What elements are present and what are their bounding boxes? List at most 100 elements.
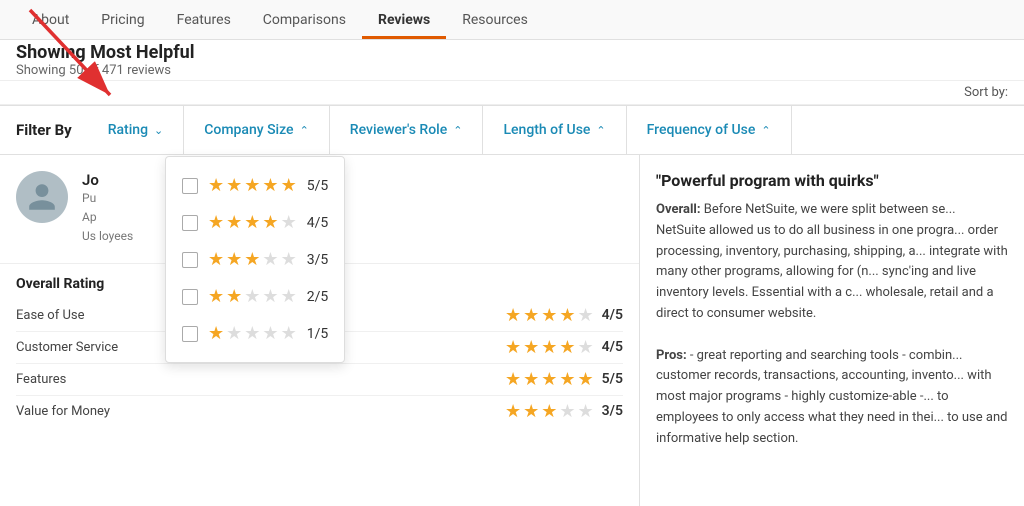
star-icon: ★ xyxy=(262,212,278,233)
star-icon: ★ xyxy=(559,305,575,326)
star-icon: ★ xyxy=(244,323,260,344)
most-helpful-header: Showing Most Helpful xyxy=(16,42,1008,63)
length-of-use-chevron-up-icon: ⌃ xyxy=(596,124,605,137)
company-size-filter-button[interactable]: Company Size ⌃ xyxy=(184,106,330,154)
star-icon: ★ xyxy=(523,401,539,422)
rating-2-option[interactable]: ★ ★ ★ ★ ★ 2/5 xyxy=(182,278,328,315)
star-icon: ★ xyxy=(541,369,557,390)
star-icon: ★ xyxy=(523,337,539,358)
star-icon: ★ xyxy=(578,337,594,358)
filter-label: Filter By xyxy=(0,121,88,139)
ease-of-use-label: Ease of Use xyxy=(16,308,84,323)
star-icon: ★ xyxy=(262,286,278,307)
star-icon: ★ xyxy=(281,323,297,344)
frequency-of-use-filter-button[interactable]: Frequency of Use ⌃ xyxy=(627,106,792,154)
star-icon: ★ xyxy=(578,401,594,422)
rating-1-checkbox[interactable] xyxy=(182,326,198,342)
right-panel: "Powerful program with quirks" Overall: … xyxy=(640,155,1024,506)
overall-section-label: Overall: xyxy=(656,202,701,217)
reviewers-role-filter-label: Reviewer's Role xyxy=(350,122,447,138)
star-icon: ★ xyxy=(262,249,278,270)
rating-5-label: 5/5 xyxy=(307,178,329,194)
rating-row: Features ★ ★ ★ ★ ★ 5/5 xyxy=(16,364,623,396)
reviewer-name: Jo xyxy=(82,171,623,189)
star-icon: ★ xyxy=(523,305,539,326)
rating-filter-button[interactable]: Rating ⌄ xyxy=(88,106,185,154)
star-icon: ★ xyxy=(281,212,297,233)
features-stars: ★ ★ ★ ★ ★ xyxy=(505,369,594,390)
rating-1-option[interactable]: ★ ★ ★ ★ ★ 1/5 xyxy=(182,315,328,352)
rating-2-stars: ★ ★ ★ ★ ★ xyxy=(208,286,297,307)
star-icon: ★ xyxy=(208,249,224,270)
length-of-use-filter-label: Length of Use xyxy=(503,122,590,138)
features-value: 5/5 xyxy=(602,371,623,387)
rating-5-stars: ★ ★ ★ ★ ★ xyxy=(208,175,297,196)
review-title: "Powerful program with quirks" xyxy=(656,171,1008,190)
frequency-of-use-filter-label: Frequency of Use xyxy=(647,122,756,138)
star-icon: ★ xyxy=(226,212,242,233)
reviewer-info: Jo Pu Ap Us loyees xyxy=(82,171,623,247)
showing-count: Showing 50 of 471 reviews xyxy=(16,63,1008,78)
nav-item-pricing[interactable]: Pricing xyxy=(85,2,160,38)
value-for-money-label: Value for Money xyxy=(16,404,110,419)
star-icon: ★ xyxy=(281,175,297,196)
star-icon: ★ xyxy=(578,369,594,390)
rating-2-checkbox[interactable] xyxy=(182,289,198,305)
frequency-of-use-chevron-up-icon: ⌃ xyxy=(761,124,770,137)
star-icon: ★ xyxy=(208,323,224,344)
sort-by-label: Sort by: xyxy=(964,85,1008,100)
nav-bar: AboutPricingFeaturesComparisonsReviewsRe… xyxy=(0,0,1024,40)
rating-4-option[interactable]: ★ ★ ★ ★ ★ 4/5 xyxy=(182,204,328,241)
features-label: Features xyxy=(16,372,66,387)
star-icon: ★ xyxy=(505,305,521,326)
reviewers-role-filter-button[interactable]: Reviewer's Role ⌃ xyxy=(330,106,484,154)
ease-of-use-stars: ★ ★ ★ ★ ★ xyxy=(505,305,594,326)
star-icon: ★ xyxy=(523,369,539,390)
star-icon: ★ xyxy=(262,175,278,196)
rating-3-checkbox[interactable] xyxy=(182,252,198,268)
rating-4-checkbox[interactable] xyxy=(182,215,198,231)
rating-3-label: 3/5 xyxy=(307,252,329,268)
rating-3-stars: ★ ★ ★ ★ ★ xyxy=(208,249,297,270)
star-icon: ★ xyxy=(208,286,224,307)
star-icon: ★ xyxy=(226,323,242,344)
ease-of-use-value: 4/5 xyxy=(602,307,623,323)
avatar xyxy=(16,171,68,223)
customer-service-stars: ★ ★ ★ ★ ★ xyxy=(505,337,594,358)
company-size-chevron-up-icon: ⌃ xyxy=(300,124,309,137)
star-icon: ★ xyxy=(559,337,575,358)
star-icon: ★ xyxy=(244,175,260,196)
rating-row: Value for Money ★ ★ ★ ★ ★ 3/5 xyxy=(16,396,623,427)
rating-4-label: 4/5 xyxy=(307,215,329,231)
customer-service-label: Customer Service xyxy=(16,340,118,355)
employees-text: loyees xyxy=(99,229,133,243)
star-icon: ★ xyxy=(208,175,224,196)
star-icon: ★ xyxy=(559,401,575,422)
rating-5-option[interactable]: ★ ★ ★ ★ ★ 5/5 xyxy=(182,167,328,204)
pros-section-label: Pros: xyxy=(656,348,687,363)
star-icon: ★ xyxy=(578,305,594,326)
star-icon: ★ xyxy=(541,401,557,422)
star-icon: ★ xyxy=(226,249,242,270)
value-for-money-value: 3/5 xyxy=(602,403,623,419)
star-icon: ★ xyxy=(541,337,557,358)
rating-5-checkbox[interactable] xyxy=(182,178,198,194)
star-icon: ★ xyxy=(244,212,260,233)
star-icon: ★ xyxy=(244,249,260,270)
nav-item-resources[interactable]: Resources xyxy=(446,2,544,38)
nav-item-reviews[interactable]: Reviews xyxy=(362,2,446,38)
star-icon: ★ xyxy=(226,175,242,196)
nav-item-features[interactable]: Features xyxy=(161,2,247,38)
star-icon: ★ xyxy=(244,286,260,307)
star-icon: ★ xyxy=(281,249,297,270)
rating-chevron-down-icon: ⌄ xyxy=(154,124,163,137)
star-icon: ★ xyxy=(541,305,557,326)
rating-3-option[interactable]: ★ ★ ★ ★ ★ 3/5 xyxy=(182,241,328,278)
nav-item-comparisons[interactable]: Comparisons xyxy=(247,2,362,38)
rating-filter-label: Rating xyxy=(108,122,148,138)
customer-service-value: 4/5 xyxy=(602,339,623,355)
star-icon: ★ xyxy=(505,369,521,390)
length-of-use-filter-button[interactable]: Length of Use ⌃ xyxy=(483,106,626,154)
nav-item-about[interactable]: About xyxy=(16,2,85,38)
star-icon: ★ xyxy=(208,212,224,233)
